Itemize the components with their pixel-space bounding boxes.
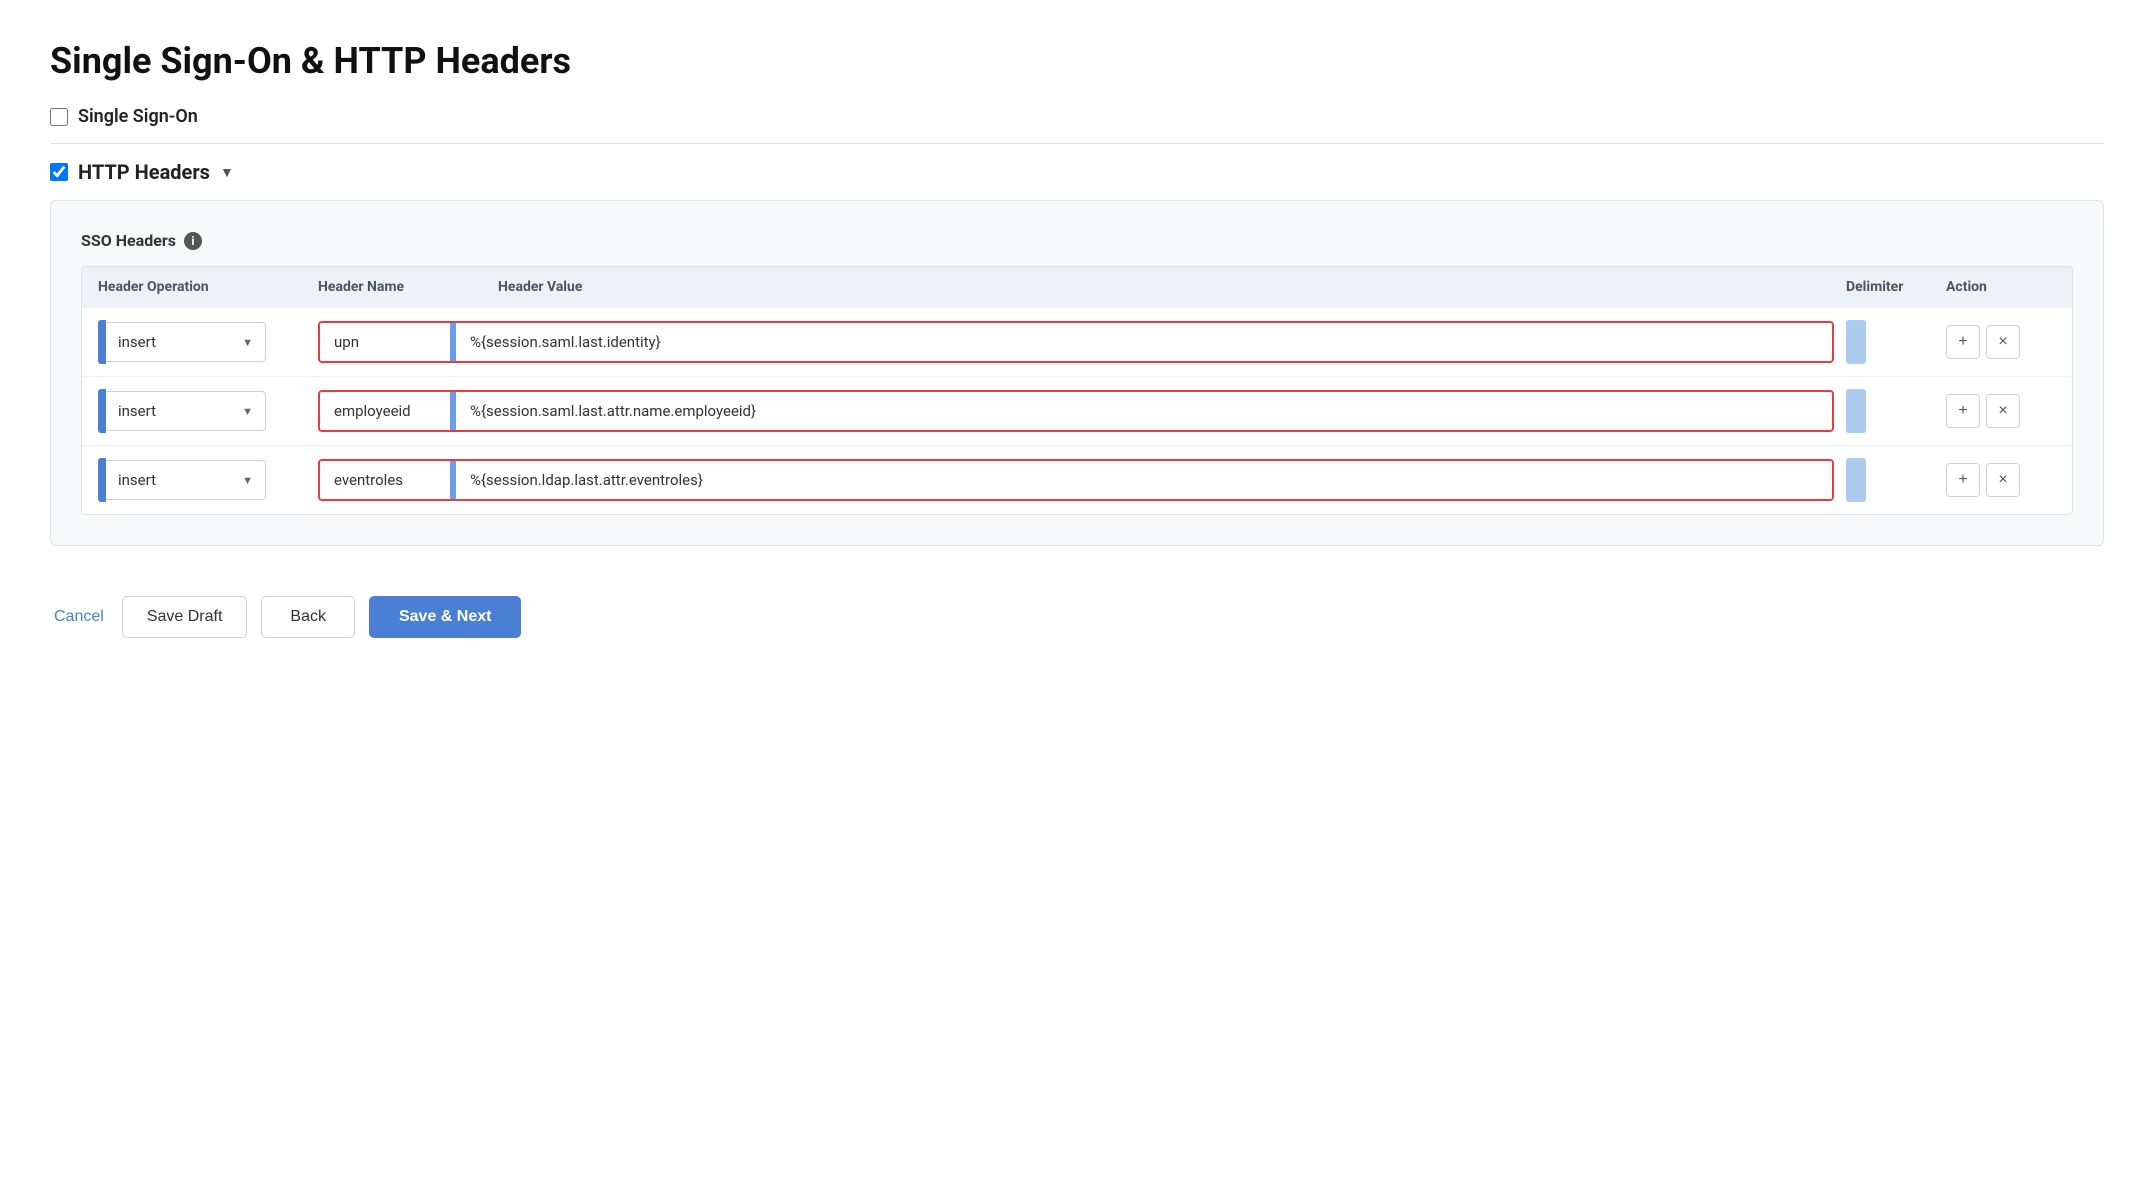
http-panel: SSO Headers i Header Operation Header Na… [50,200,2104,546]
add-row-button-3[interactable]: + [1946,463,1980,497]
action-cell-2: + × [1946,394,2056,428]
delimiter-bar-3 [1846,458,1866,502]
col-header-operation: Header Operation [98,279,318,295]
http-headers-label: HTTP Headers [78,160,210,184]
name-value-group-1: upn %{session.saml.last.identity} [318,321,1834,363]
op-select-1[interactable]: insert ▼ [106,322,266,362]
action-cell-1: + × [1946,325,2056,359]
header-value-field-3[interactable]: %{session.ldap.last.attr.eventroles} [456,461,1832,499]
sso-headers-table: Header Operation Header Name Header Valu… [81,266,2073,515]
http-headers-checkbox[interactable] [50,163,68,181]
delimiter-cell-1 [1846,320,1946,364]
op-select-2[interactable]: insert ▼ [106,391,266,431]
save-next-button[interactable]: Save & Next [369,596,522,638]
header-name-field-3[interactable]: eventroles [320,461,450,499]
delimiter-cell-2 [1846,389,1946,433]
http-headers-toggle: HTTP Headers ▼ [50,160,2104,184]
table-row: insert ▼ upn %{session.saml.last.identit… [82,307,2072,376]
name-value-group-3: eventroles %{session.ldap.last.attr.even… [318,459,1834,501]
op-select-3[interactable]: insert ▼ [106,460,266,500]
back-button[interactable]: Back [261,596,355,638]
info-icon[interactable]: i [184,232,202,250]
page-title: Single Sign-On & HTTP Headers [50,40,2104,82]
cancel-button[interactable]: Cancel [50,598,108,636]
col-header-value: Header Value [498,279,1846,295]
op-select-value-1: insert [118,333,156,351]
action-cell-3: + × [1946,463,2056,497]
op-select-value-3: insert [118,471,156,489]
op-bar-2 [98,389,106,433]
sso-headers-text: SSO Headers [81,231,176,250]
chevron-down-icon-1: ▼ [242,336,253,349]
chevron-down-icon-2: ▼ [242,405,253,418]
footer-buttons: Cancel Save Draft Back Save & Next [50,596,2104,638]
add-row-button-1[interactable]: + [1946,325,1980,359]
col-header-delimiter: Delimiter [1846,279,1946,295]
remove-row-button-2[interactable]: × [1986,394,2020,428]
sso-headers-label-row: SSO Headers i [81,231,2073,250]
sso-checkbox[interactable] [50,108,68,126]
chevron-down-icon-3: ▼ [242,474,253,487]
remove-row-button-1[interactable]: × [1986,325,2020,359]
table-row: insert ▼ eventroles %{session.ldap.last.… [82,445,2072,514]
http-headers-section: HTTP Headers ▼ SSO Headers i Header Oper… [50,160,2104,546]
operation-cell-3: insert ▼ [98,458,318,502]
name-value-group-2: employeeid %{session.saml.last.attr.name… [318,390,1834,432]
save-draft-button[interactable]: Save Draft [122,596,248,638]
op-bar-3 [98,458,106,502]
delimiter-bar-1 [1846,320,1866,364]
sso-section: Single Sign-On [50,106,2104,144]
col-header-action: Action [1946,279,2056,295]
table-header: Header Operation Header Name Header Valu… [82,267,2072,307]
op-bar-1 [98,320,106,364]
operation-cell-1: insert ▼ [98,320,318,364]
col-header-name: Header Name [318,279,498,295]
delimiter-bar-2 [1846,389,1866,433]
add-row-button-2[interactable]: + [1946,394,1980,428]
op-select-value-2: insert [118,402,156,420]
sso-label: Single Sign-On [78,106,198,127]
operation-cell-2: insert ▼ [98,389,318,433]
delimiter-cell-3 [1846,458,1946,502]
table-row: insert ▼ employeeid %{session.saml.last.… [82,376,2072,445]
remove-row-button-3[interactable]: × [1986,463,2020,497]
header-name-field-1[interactable]: upn [320,323,450,361]
header-value-field-1[interactable]: %{session.saml.last.identity} [456,323,1832,361]
header-name-field-2[interactable]: employeeid [320,392,450,430]
header-value-field-2[interactable]: %{session.saml.last.attr.name.employeeid… [456,392,1832,430]
http-headers-dropdown-arrow[interactable]: ▼ [220,164,234,181]
